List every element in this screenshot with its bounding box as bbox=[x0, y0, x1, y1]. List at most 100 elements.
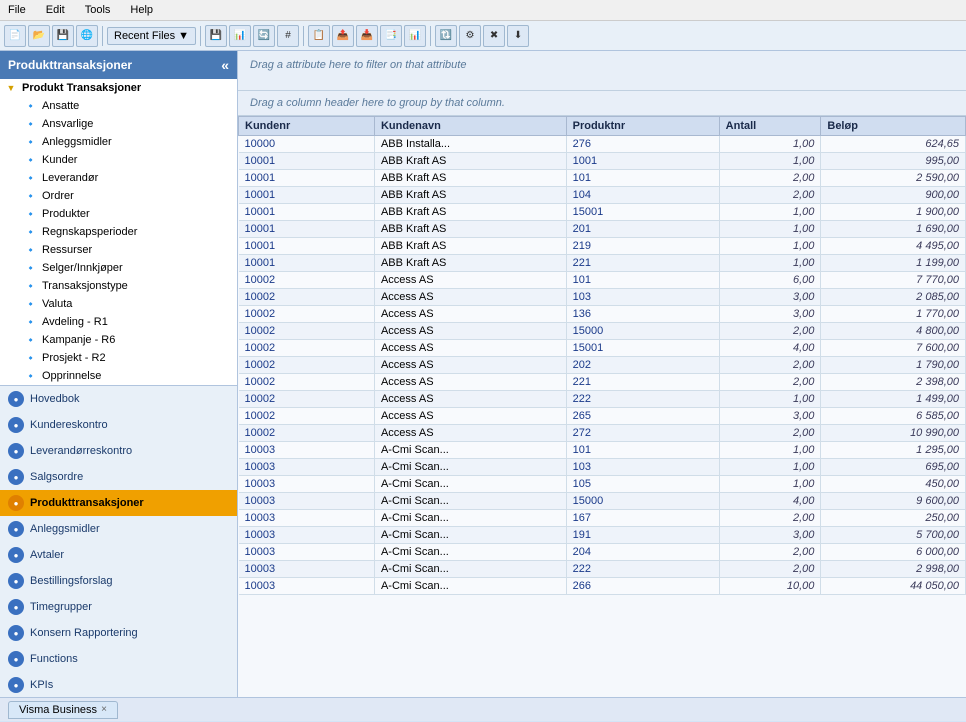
toolbar-btn12[interactable]: 🔃 bbox=[435, 25, 457, 47]
toolbar-save-btn[interactable]: 💾 bbox=[52, 25, 74, 47]
menu-help[interactable]: Help bbox=[126, 2, 157, 18]
tree-item[interactable]: 🔹Selger/Innkjøper bbox=[0, 259, 237, 277]
sidebar-nav-item[interactable]: ●Konsern Rapportering bbox=[0, 620, 237, 646]
sidebar-nav-item[interactable]: ●Avtaler bbox=[0, 542, 237, 568]
table-row[interactable]: 10003A-Cmi Scan...1913,005 700,00 bbox=[239, 527, 966, 544]
tree-item[interactable]: 🔹Kunder bbox=[0, 151, 237, 169]
table-row[interactable]: 10003A-Cmi Scan...2042,006 000,00 bbox=[239, 544, 966, 561]
table-row[interactable]: 10002Access AS1363,001 770,00 bbox=[239, 306, 966, 323]
tree-item[interactable]: 🔹Anleggsmidler bbox=[0, 133, 237, 151]
toolbar: 📄 📂 💾 🌐 Recent Files ▼ 💾 📊 🔄 # 📋 📤 📥 📑 📊… bbox=[0, 21, 966, 51]
toolbar-btn11[interactable]: 📊 bbox=[404, 25, 426, 47]
table-row[interactable]: 10001ABB Kraft AS2191,004 495,00 bbox=[239, 238, 966, 255]
toolbar-open-btn[interactable]: 📂 bbox=[28, 25, 50, 47]
tree-item-label: Selger/Innkjøper bbox=[42, 262, 123, 274]
sidebar-nav-item[interactable]: ●Anleggsmidler bbox=[0, 516, 237, 542]
toolbar-refresh-btn[interactable]: 🌐 bbox=[76, 25, 98, 47]
table-row[interactable]: 10003A-Cmi Scan...1051,00450,00 bbox=[239, 476, 966, 493]
table-row[interactable]: 10003A-Cmi Scan...150004,009 600,00 bbox=[239, 493, 966, 510]
table-row[interactable]: 10002Access AS150014,007 600,00 bbox=[239, 340, 966, 357]
toolbar-btn3[interactable]: 💾 bbox=[205, 25, 227, 47]
tree-item[interactable]: 🔹Ansatte bbox=[0, 97, 237, 115]
column-header[interactable]: Kundenr bbox=[239, 117, 375, 136]
table-cell: ABB Kraft AS bbox=[374, 204, 566, 221]
tree-item[interactable]: 🔹Opprinnelse bbox=[0, 367, 237, 385]
tree-item[interactable]: 🔹Ordrer bbox=[0, 187, 237, 205]
sidebar-nav-item[interactable]: ●Leverandørreskontro bbox=[0, 438, 237, 464]
toolbar-btn14[interactable]: ✖ bbox=[483, 25, 505, 47]
recent-files-btn[interactable]: Recent Files ▼ bbox=[107, 27, 196, 45]
sidebar-collapse-btn[interactable]: « bbox=[221, 57, 229, 73]
tree-item[interactable]: 🔹Transaksjonstype bbox=[0, 277, 237, 295]
table-row[interactable]: 10002Access AS1016,007 770,00 bbox=[239, 272, 966, 289]
table-row[interactable]: 10002Access AS2212,002 398,00 bbox=[239, 374, 966, 391]
toolbar-btn10[interactable]: 📑 bbox=[380, 25, 402, 47]
table-row[interactable]: 10001ABB Kraft AS2011,001 690,00 bbox=[239, 221, 966, 238]
tree-item[interactable]: 🔹Kampanje - R6 bbox=[0, 331, 237, 349]
sidebar-nav-item[interactable]: ●KPIs bbox=[0, 672, 237, 697]
column-header[interactable]: Kundenavn bbox=[374, 117, 566, 136]
menu-tools[interactable]: Tools bbox=[81, 2, 115, 18]
toolbar-new-btn[interactable]: 📄 bbox=[4, 25, 26, 47]
menu-edit[interactable]: Edit bbox=[42, 2, 69, 18]
toolbar-btn7[interactable]: 📋 bbox=[308, 25, 330, 47]
sidebar-nav-item[interactable]: ●Produkttransaksjoner bbox=[0, 490, 237, 516]
table-row[interactable]: 10001ABB Kraft AS10011,00995,00 bbox=[239, 153, 966, 170]
tree-item[interactable]: 🔹Leverandør bbox=[0, 169, 237, 187]
nav-icon: ● bbox=[8, 391, 24, 407]
tree-item[interactable]: 🔹Regnskapsperioder bbox=[0, 223, 237, 241]
table-row[interactable]: 10003A-Cmi Scan...1011,001 295,00 bbox=[239, 442, 966, 459]
table-row[interactable]: 10001ABB Kraft AS1042,00900,00 bbox=[239, 187, 966, 204]
menu-file[interactable]: File bbox=[4, 2, 30, 18]
table-cell: 695,00 bbox=[821, 459, 966, 476]
toolbar-btn9[interactable]: 📥 bbox=[356, 25, 378, 47]
table-row[interactable]: 10003A-Cmi Scan...1031,00695,00 bbox=[239, 459, 966, 476]
sidebar-nav-item[interactable]: ●Timegrupper bbox=[0, 594, 237, 620]
column-header[interactable]: Produktnr bbox=[566, 117, 719, 136]
table-row[interactable]: 10001ABB Kraft AS1012,002 590,00 bbox=[239, 170, 966, 187]
app-tab[interactable]: Visma Business × bbox=[8, 701, 118, 719]
table-row[interactable]: 10002Access AS2722,0010 990,00 bbox=[239, 425, 966, 442]
table-row[interactable]: 10003A-Cmi Scan...1672,00250,00 bbox=[239, 510, 966, 527]
table-row[interactable]: 10003A-Cmi Scan...2222,002 998,00 bbox=[239, 561, 966, 578]
toolbar-btn6[interactable]: # bbox=[277, 25, 299, 47]
sidebar-nav-item[interactable]: ●Functions bbox=[0, 646, 237, 672]
sidebar: Produkttransaksjoner « ▼ Produkt Transak… bbox=[0, 51, 238, 697]
toolbar-btn13[interactable]: ⚙ bbox=[459, 25, 481, 47]
group-hint: Drag a column header here to group by th… bbox=[250, 97, 505, 109]
table-row[interactable]: 10002Access AS2221,001 499,00 bbox=[239, 391, 966, 408]
toolbar-btn5[interactable]: 🔄 bbox=[253, 25, 275, 47]
table-row[interactable]: 10002Access AS2022,001 790,00 bbox=[239, 357, 966, 374]
toolbar-expand-btn[interactable]: ⬇ bbox=[507, 25, 529, 47]
table-row[interactable]: 10002Access AS2653,006 585,00 bbox=[239, 408, 966, 425]
tree-item[interactable]: 🔹Prosjekt - R2 bbox=[0, 349, 237, 367]
table-cell: Access AS bbox=[374, 289, 566, 306]
sidebar-nav-item[interactable]: ●Kundereskontro bbox=[0, 412, 237, 438]
toolbar-btn8[interactable]: 📤 bbox=[332, 25, 354, 47]
tree-item[interactable]: 🔹Avdeling - R1 bbox=[0, 313, 237, 331]
sidebar-nav-item[interactable]: ●Bestillingsforslag bbox=[0, 568, 237, 594]
sidebar-nav-item[interactable]: ●Hovedbok bbox=[0, 386, 237, 412]
toolbar-btn4[interactable]: 📊 bbox=[229, 25, 251, 47]
tree-item[interactable]: 🔹Ressurser bbox=[0, 241, 237, 259]
tree-item[interactable]: 🔹Ansvarlige bbox=[0, 115, 237, 133]
table-row[interactable]: 10002Access AS150002,004 800,00 bbox=[239, 323, 966, 340]
tree-item[interactable]: 🔹Produkter bbox=[0, 205, 237, 223]
table-row[interactable]: 10001ABB Kraft AS2211,001 199,00 bbox=[239, 255, 966, 272]
column-header[interactable]: Beløp bbox=[821, 117, 966, 136]
table-wrapper[interactable]: KundenrKundenavnProduktnrAntallBeløp 100… bbox=[238, 116, 966, 697]
column-header[interactable]: Antall bbox=[719, 117, 821, 136]
tab-close-btn[interactable]: × bbox=[101, 704, 107, 715]
table-header-row: KundenrKundenavnProduktnrAntallBeløp bbox=[239, 117, 966, 136]
table-row[interactable]: 10003A-Cmi Scan...26610,0044 050,00 bbox=[239, 578, 966, 595]
table-cell: 10002 bbox=[239, 306, 375, 323]
table-row[interactable]: 10000ABB Installa...2761,00624,65 bbox=[239, 136, 966, 153]
table-row[interactable]: 10002Access AS1033,002 085,00 bbox=[239, 289, 966, 306]
tree-root[interactable]: ▼ Produkt Transaksjoner bbox=[0, 79, 237, 97]
table-cell: 1,00 bbox=[719, 221, 821, 238]
table-cell: 105 bbox=[566, 476, 719, 493]
tree-item[interactable]: 🔹Valuta bbox=[0, 295, 237, 313]
tree-item-label: Ansatte bbox=[42, 100, 79, 112]
sidebar-nav-item[interactable]: ●Salgsordre bbox=[0, 464, 237, 490]
table-row[interactable]: 10001ABB Kraft AS150011,001 900,00 bbox=[239, 204, 966, 221]
